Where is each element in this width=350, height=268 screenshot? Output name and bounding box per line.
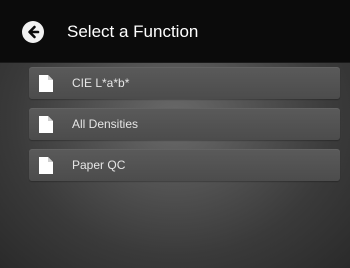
function-list: CIE L*a*b* All Densities Paper QC: [29, 67, 340, 190]
arrow-left-circle-icon: [28, 25, 40, 39]
document-icon: [39, 75, 53, 92]
page-title: Select a Function: [67, 22, 199, 41]
function-item-label: Paper QC: [72, 158, 126, 172]
function-item-label: All Densities: [72, 117, 139, 131]
function-item-paper-qc[interactable]: Paper QC: [29, 149, 340, 181]
function-item-cie-lab[interactable]: CIE L*a*b*: [29, 67, 340, 99]
header-bar: Select a Function: [0, 0, 350, 62]
function-item-label: CIE L*a*b*: [72, 76, 130, 90]
function-item-all-densities[interactable]: All Densities: [29, 108, 340, 140]
document-icon: [39, 157, 53, 174]
document-icon: [39, 116, 53, 133]
back-button[interactable]: [22, 21, 44, 43]
